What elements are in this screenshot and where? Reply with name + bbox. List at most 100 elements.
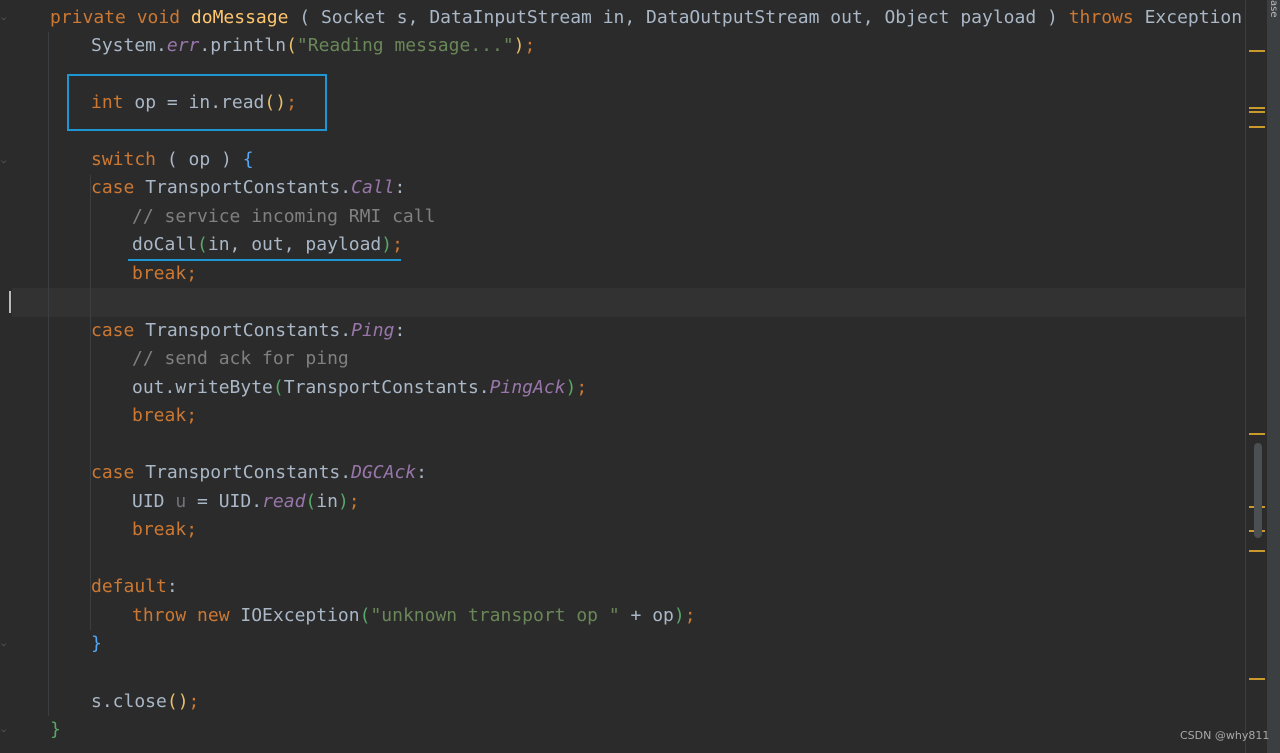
keyword: case (91, 462, 135, 483)
paren: ) (337, 491, 349, 512)
fold-icon[interactable]: ⌵ (1, 14, 9, 23)
code-text: + op (619, 605, 674, 626)
current-line-highlight (12, 288, 1245, 317)
code-text: System. (91, 35, 167, 56)
code-text: s.close (91, 691, 167, 712)
semicolon: ; (392, 234, 403, 255)
code-editor[interactable]: ⌵ ⌵ ⌵ ⌵ private void doMessage ( Socket … (0, 0, 1245, 753)
brace: { (242, 149, 254, 170)
code-line-18: } (91, 630, 102, 658)
code-text: in, out, payload (207, 234, 382, 255)
fold-icon[interactable]: ⌵ (1, 726, 9, 735)
code-line-15: break; (132, 516, 197, 544)
paren: ) (513, 35, 525, 56)
paren: ( (359, 605, 371, 626)
code-text: : (166, 576, 178, 597)
keyword: switch (91, 149, 157, 170)
keyword: default (91, 576, 167, 597)
static-method: read (262, 491, 306, 512)
code-line-9: case TransportConstants.Ping: (91, 317, 405, 345)
code-line-6: // service incoming RMI call (132, 203, 435, 231)
string-literal: "unknown transport op " (370, 605, 620, 626)
semicolon: ; (186, 405, 198, 426)
code-text: IOException (229, 605, 360, 626)
code-line-11: out.writeByte(TransportConstants.PingAck… (132, 374, 587, 402)
indent-guide (48, 32, 49, 716)
unused-variable: u (175, 491, 187, 512)
keyword: case (91, 320, 135, 341)
warning-marker[interactable] (1249, 50, 1265, 52)
static-field: Ping (351, 320, 395, 341)
paren: ( (286, 35, 297, 56)
code-text: TransportConstants. (134, 320, 352, 341)
warning-marker[interactable] (1249, 111, 1265, 113)
code-text: ( Socket s, DataInputStream in, DataOutp… (288, 7, 1069, 28)
watermark: CSDN @why811 (1180, 729, 1270, 742)
code-line-14: UID u = UID.read(in); (132, 488, 360, 516)
semicolon: ; (684, 605, 696, 626)
brace: } (50, 719, 61, 740)
brace: } (91, 633, 102, 654)
text-caret (9, 291, 11, 313)
static-field: DGCAck (351, 462, 417, 483)
paren: ( (272, 377, 284, 398)
code-line-8: break; (132, 260, 197, 288)
code-text: TransportConstants. (134, 462, 352, 483)
code-line-1: private void doMessage ( Socket s, DataI… (50, 4, 1245, 32)
warning-marker[interactable] (1249, 433, 1265, 435)
keyword: throw new (132, 605, 230, 626)
code-text: out.writeByte (132, 377, 273, 398)
code-text: TransportConstants. (134, 177, 352, 198)
scrollbar-thumb[interactable] (1254, 443, 1262, 538)
code-line-20: } (50, 716, 61, 744)
code-text: : (394, 177, 406, 198)
static-field: PingAck (489, 377, 566, 398)
code-text: : (416, 462, 427, 483)
fold-icon[interactable]: ⌵ (1, 640, 9, 649)
warning-marker[interactable] (1249, 107, 1265, 109)
side-tool-label[interactable]: ase (1268, 0, 1279, 18)
code-text: Exception (1133, 7, 1245, 28)
code-line-13: case TransportConstants.DGCAck: (91, 459, 427, 487)
side-tool-strip[interactable] (1267, 0, 1280, 753)
highlight-underline (128, 259, 401, 261)
paren: ) (565, 377, 577, 398)
code-line-4: switch ( op ) { (91, 146, 254, 174)
code-line-7: doCall(in, out, payload); (132, 231, 403, 259)
warning-marker[interactable] (1249, 550, 1265, 552)
code-text: UID (132, 491, 176, 512)
keyword: break (132, 519, 187, 540)
paren: ( (305, 491, 317, 512)
code-text: : (394, 320, 406, 341)
code-text: ( op ) (156, 149, 243, 170)
code-text: = UID. (186, 491, 263, 512)
fold-icon[interactable]: ⌵ (1, 157, 9, 166)
semicolon: ; (524, 35, 536, 56)
indent-guide (90, 175, 91, 630)
keyword: private void (50, 7, 191, 28)
string-literal: "Reading message..." (296, 35, 514, 56)
warning-marker[interactable] (1249, 126, 1265, 128)
code-line-10: // send ack for ping (132, 345, 349, 373)
keyword: case (91, 177, 135, 198)
keyword: break (132, 263, 187, 284)
keyword: throws (1068, 7, 1134, 28)
semicolon: ; (576, 377, 588, 398)
code-text: .println (199, 35, 287, 56)
warning-marker[interactable] (1249, 678, 1265, 680)
code-line-12: break; (132, 402, 197, 430)
code-line-16: default: (91, 573, 178, 601)
paren: ) (381, 234, 393, 255)
semicolon: ; (186, 263, 198, 284)
code-text: TransportConstants. (283, 377, 490, 398)
static-field: err (166, 35, 200, 56)
semicolon: ; (186, 519, 198, 540)
paren: () (166, 691, 189, 712)
keyword: break (132, 405, 187, 426)
static-field: Call (351, 177, 395, 198)
paren: ) (673, 605, 685, 626)
code-line-5: case TransportConstants.Call: (91, 174, 405, 202)
highlight-box (67, 74, 327, 131)
semicolon: ; (348, 491, 360, 512)
vertical-scrollbar[interactable] (1245, 0, 1268, 753)
